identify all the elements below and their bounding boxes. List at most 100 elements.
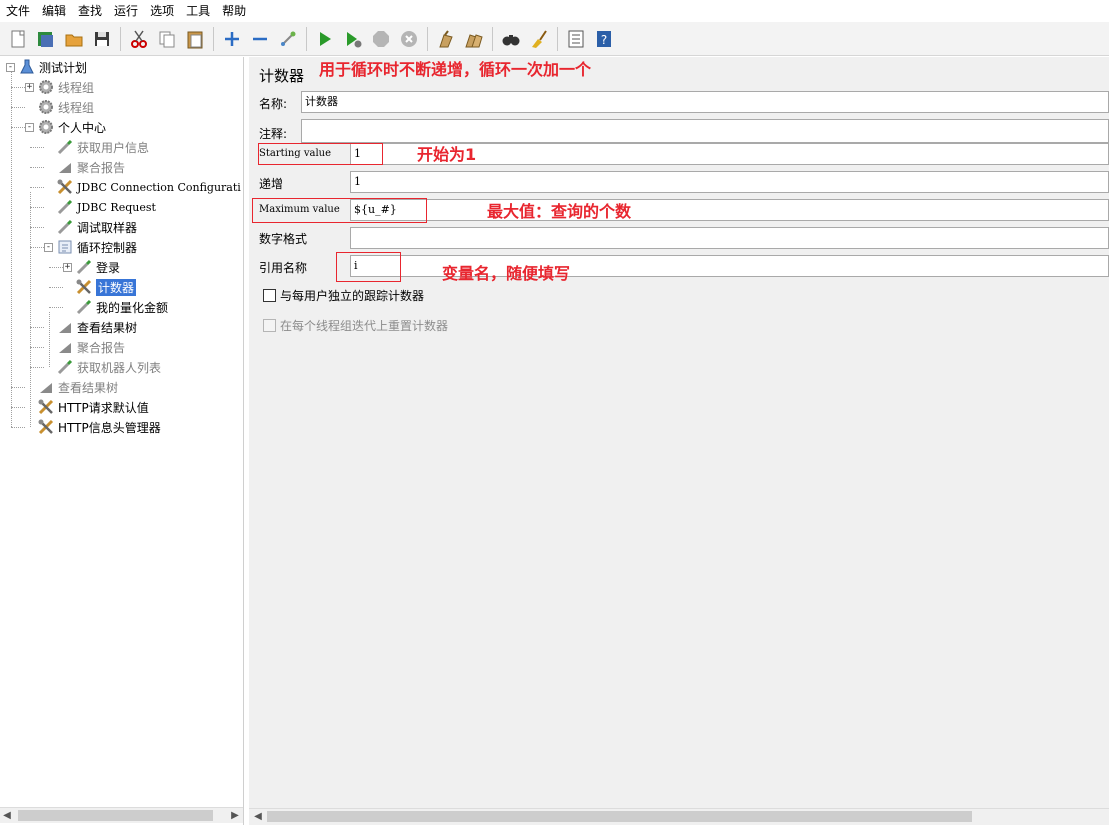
templates-icon[interactable] — [34, 27, 58, 51]
tree-node-label: HTTP信息头管理器 — [58, 420, 161, 435]
new-icon[interactable] — [6, 27, 30, 51]
tree-node[interactable]: + 线程组 — [25, 77, 94, 97]
collapse-node-icon[interactable]: - — [6, 62, 15, 72]
tree-node[interactable]: JDBC Connection Configurati — [44, 177, 241, 197]
panel-horizontal-scrollbar[interactable]: ◀ — [249, 808, 1109, 824]
collapse-icon[interactable] — [248, 27, 272, 51]
tree-node-label: 聚合报告 — [77, 340, 126, 355]
tree-node-label: 计数器 — [96, 278, 137, 296]
tools-icon — [56, 178, 74, 196]
annotation-ref-note: 变量名，随便填写 — [442, 264, 571, 283]
tree-node[interactable]: 获取机器人列表 — [44, 357, 161, 377]
reset-search-icon[interactable] — [527, 27, 551, 51]
tree-guide-line — [30, 227, 44, 228]
chart-icon — [56, 318, 74, 336]
tree-node-label: 测试计划 — [39, 60, 88, 75]
number-format-input[interactable] — [350, 227, 1109, 249]
expand-node-icon[interactable]: + — [25, 82, 34, 92]
tree-node[interactable]: 线程组 — [25, 97, 94, 117]
gear-icon — [37, 78, 55, 96]
menu-item[interactable]: 运行 — [108, 0, 144, 22]
menu-item[interactable]: 选项 — [144, 0, 180, 22]
tree-node[interactable]: - 个人中心 — [25, 117, 106, 137]
start-no-pause-icon[interactable] — [341, 27, 365, 51]
tree-node-label: 登录 — [96, 260, 121, 275]
paste-icon[interactable] — [183, 27, 207, 51]
number-format-label: 数字格式 — [259, 232, 308, 246]
scroll-left-icon[interactable]: ◀ — [0, 808, 14, 824]
tree-node[interactable]: - 循环控制器 — [44, 237, 137, 257]
function-helper-icon[interactable] — [564, 27, 588, 51]
tree-node[interactable]: JDBC Request — [44, 197, 156, 217]
comment-input[interactable] — [301, 119, 1109, 143]
tree-scroll-thumb[interactable] — [18, 810, 213, 821]
increment-input[interactable]: 1 — [350, 171, 1109, 193]
menu-item[interactable]: 查找 — [72, 0, 108, 22]
tree-node-label: 调试取样器 — [77, 220, 138, 235]
tree-node[interactable]: 调试取样器 — [44, 217, 137, 237]
tree-guide-line — [11, 72, 12, 427]
tree-node[interactable]: 聚合报告 — [44, 337, 125, 357]
tree-node-label: 获取机器人列表 — [77, 360, 162, 375]
tree-node[interactable]: 计数器 — [63, 277, 137, 297]
scroll-right-icon[interactable]: ▶ — [228, 808, 242, 824]
menu-item[interactable]: 编辑 — [36, 0, 72, 22]
tree-node[interactable]: 获取用户信息 — [44, 137, 149, 157]
chart-icon — [37, 378, 55, 396]
copy-icon[interactable] — [155, 27, 179, 51]
open-icon[interactable] — [62, 27, 86, 51]
toggle-icon[interactable] — [276, 27, 300, 51]
search-icon[interactable] — [499, 27, 523, 51]
reset-counter-checkbox: 在每个线程组迭代上重置计数器 — [263, 317, 448, 334]
collapse-node-icon[interactable]: - — [25, 122, 34, 132]
tree-guide-line — [11, 407, 25, 408]
tree-node-label: 查看结果树 — [77, 320, 138, 335]
checkbox-box[interactable] — [263, 289, 276, 302]
pipette-icon — [75, 258, 93, 276]
annotation-title-note: 用于循环时不断递增，循环一次加一个 — [319, 60, 592, 79]
menu-item[interactable]: 文件 — [0, 0, 36, 22]
counter-config-panel: 计数器 用于循环时不断递增，循环一次加一个 名称: 计数器 注释: Starti… — [249, 57, 1109, 825]
tree-node[interactable]: 查看结果树 — [44, 317, 137, 337]
toolbar-separator — [427, 26, 428, 51]
cut-icon[interactable] — [127, 27, 151, 51]
tree-node[interactable]: 我的量化金额 — [63, 297, 168, 317]
name-input[interactable]: 计数器 — [301, 91, 1109, 113]
tree-horizontal-scrollbar[interactable]: ◀ ▶ — [0, 807, 243, 823]
tree-guide-line — [30, 167, 44, 168]
per-user-counter-checkbox[interactable]: 与每用户独立的跟踪计数器 — [263, 287, 424, 304]
reference-name-label: 引用名称 — [259, 261, 308, 275]
panel-title: 计数器 — [259, 67, 305, 85]
clear-all-icon[interactable] — [462, 27, 486, 51]
chart-icon — [56, 158, 74, 176]
expand-node-icon[interactable]: + — [63, 262, 72, 272]
collapse-node-icon[interactable]: - — [44, 242, 53, 252]
tree-node[interactable]: 聚合报告 — [44, 157, 125, 177]
svg-text:?: ? — [601, 33, 607, 47]
scroll-left-icon[interactable]: ◀ — [251, 809, 265, 825]
comment-label: 注释: — [259, 127, 288, 141]
tree-node-label: 我的量化金额 — [96, 300, 169, 315]
start-icon[interactable] — [313, 27, 337, 51]
help-icon[interactable]: ? — [592, 27, 616, 51]
tree-node[interactable]: HTTP请求默认值 — [25, 397, 149, 417]
tree-node[interactable]: HTTP信息头管理器 — [25, 417, 161, 437]
expand-icon[interactable] — [220, 27, 244, 51]
annotation-start-note: 开始为1 — [417, 145, 477, 164]
clear-icon[interactable] — [434, 27, 458, 51]
menu-item[interactable]: 工具 — [180, 0, 216, 22]
tree-node[interactable]: 查看结果树 — [25, 377, 118, 397]
tools-icon — [37, 398, 55, 416]
menu-item[interactable]: 帮助 — [216, 0, 252, 22]
save-icon[interactable] — [90, 27, 114, 51]
gear-icon — [37, 118, 55, 136]
name-label: 名称: — [259, 97, 288, 111]
tree-node[interactable]: + 登录 — [63, 257, 120, 277]
tree-node-label: JDBC Connection Configurati — [77, 180, 241, 194]
toolbar-separator — [557, 26, 558, 51]
maximum-value-input[interactable]: ${u_#} — [350, 199, 1109, 221]
stop-icon[interactable] — [369, 27, 393, 51]
panel-scroll-thumb[interactable] — [267, 811, 972, 822]
tree-node[interactable]: - 测试计划 — [6, 57, 87, 77]
shutdown-icon[interactable] — [397, 27, 421, 51]
